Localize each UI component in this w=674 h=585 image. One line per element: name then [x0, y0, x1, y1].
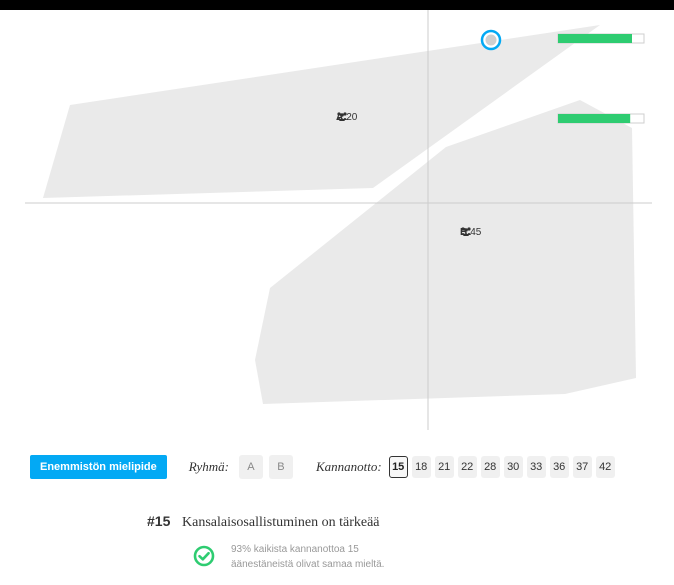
- statement-button-18[interactable]: 18: [411, 456, 431, 478]
- group-a-label[interactable]: A 20: [336, 112, 357, 123]
- summary-line-2: äänestäneistä olivat samaa mieltä.: [231, 559, 385, 570]
- statement-button-28[interactable]: 28: [480, 456, 500, 478]
- statement-text: Kansalaisosallistuminen on tärkeää: [182, 515, 380, 530]
- statement-button-21[interactable]: 21: [434, 456, 454, 478]
- majority-opinion-button[interactable]: Enemmistön mielipide: [30, 455, 167, 479]
- statement-label: Kannanotto:: [315, 459, 382, 474]
- people-icon: [461, 227, 471, 236]
- statement-button-37[interactable]: 37: [572, 456, 592, 478]
- agreement-summary: 93% kaikista kannanottoa 15 äänestäneist…: [231, 542, 431, 572]
- group-b-label[interactable]: B 45: [460, 227, 481, 238]
- opinion-map[interactable]: A 20 B 45: [0, 10, 674, 430]
- statement-button-36[interactable]: 36: [549, 456, 569, 478]
- statement-header: #15 Kansalaisosallistuminen on tärkeää: [147, 513, 380, 531]
- statement-button-15[interactable]: 15: [388, 456, 408, 478]
- consensus-bar-2: [557, 113, 645, 124]
- opinion-map-canvas: [25, 10, 652, 430]
- toolbar: Enemmistön mielipide Ryhmä: A B Kannanot…: [30, 454, 619, 480]
- statement-number: #15: [147, 513, 171, 529]
- people-icon: [337, 112, 347, 121]
- statement-button-33[interactable]: 33: [526, 456, 546, 478]
- statement-button-30[interactable]: 30: [503, 456, 523, 478]
- group-label: Ryhmä:: [188, 459, 229, 474]
- group-button-a[interactable]: A: [238, 455, 263, 479]
- user-position-marker[interactable]: [480, 29, 502, 51]
- statement-button-22[interactable]: 22: [457, 456, 477, 478]
- check-circle-icon: [193, 545, 215, 567]
- top-bar: [0, 0, 674, 10]
- consensus-bar-1: [557, 33, 645, 44]
- group-button-b[interactable]: B: [268, 455, 293, 479]
- summary-line-1: 93% kaikista kannanottoa 15: [231, 544, 359, 555]
- statement-button-42[interactable]: 42: [595, 456, 615, 478]
